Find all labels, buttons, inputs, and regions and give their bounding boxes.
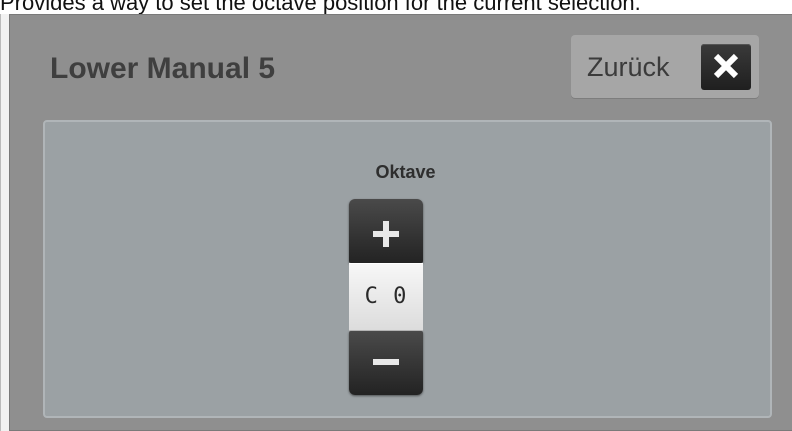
octave-value: C 0 xyxy=(349,263,423,331)
minus-icon xyxy=(373,359,399,365)
octave-label: Oktave xyxy=(375,162,436,182)
back-button-label: Zurück xyxy=(587,52,670,82)
octave-decrement-button[interactable] xyxy=(349,331,423,395)
dialog: Lower Manual 5 Zurück Oktave C 0 xyxy=(9,14,792,431)
octave-increment-button[interactable] xyxy=(349,199,423,263)
octave-stepper: C 0 xyxy=(349,199,423,395)
window-frame: Lower Manual 5 Zurück Oktave C 0 xyxy=(0,14,792,431)
octave-panel: Oktave C 0 xyxy=(43,120,772,418)
back-button[interactable]: Zurück xyxy=(571,35,759,98)
close-icon xyxy=(713,53,739,79)
plus-icon xyxy=(373,221,399,247)
dialog-title: Lower Manual 5 xyxy=(50,52,276,85)
close-button[interactable] xyxy=(701,44,751,90)
